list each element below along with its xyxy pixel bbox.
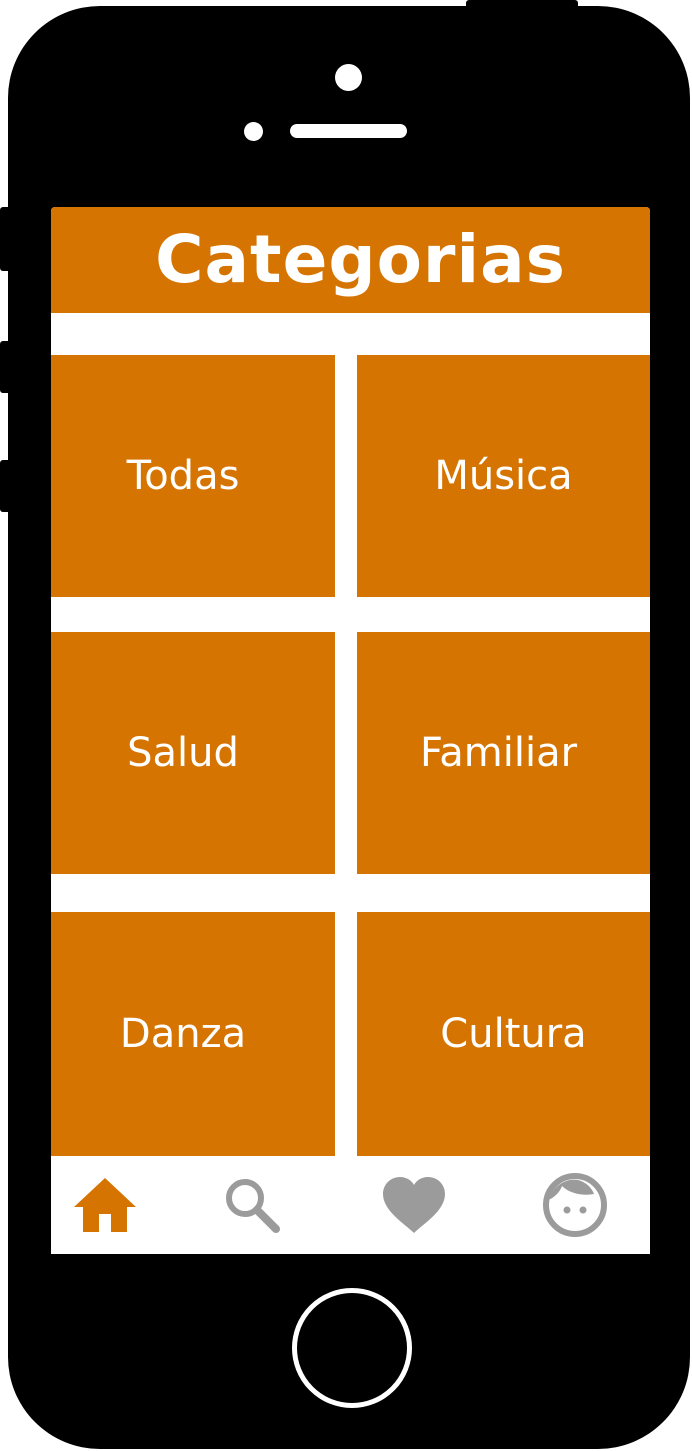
home-icon bbox=[74, 1178, 136, 1232]
tab-search[interactable] bbox=[217, 1170, 287, 1240]
mockup-stage: Categorias Todas Música Salud Familiar D… bbox=[0, 0, 692, 1451]
category-tile-musica[interactable]: Música bbox=[357, 355, 650, 597]
search-icon bbox=[226, 1179, 280, 1233]
category-tile-cultura[interactable]: Cultura bbox=[357, 912, 650, 1156]
category-label: Todas bbox=[126, 453, 240, 499]
bottom-tab-bar bbox=[51, 1156, 650, 1254]
category-label: Cultura bbox=[440, 1011, 587, 1057]
heart-icon bbox=[383, 1177, 445, 1233]
category-label: Salud bbox=[127, 730, 239, 776]
category-label: Familiar bbox=[419, 730, 578, 776]
front-camera bbox=[335, 64, 362, 91]
category-tile-familiar[interactable]: Familiar bbox=[357, 632, 650, 874]
header-bar: Categorias bbox=[51, 207, 650, 313]
earpiece-speaker bbox=[290, 124, 407, 138]
page-title: Categorias bbox=[155, 220, 566, 298]
app-screen: Categorias Todas Música Salud Familiar D… bbox=[51, 207, 650, 1254]
profile-icon bbox=[543, 1173, 607, 1237]
proximity-sensor bbox=[244, 122, 263, 141]
tab-favorites[interactable] bbox=[379, 1170, 449, 1240]
category-label: Danza bbox=[119, 1011, 247, 1057]
home-button[interactable] bbox=[292, 1288, 412, 1408]
category-tile-danza[interactable]: Danza bbox=[51, 912, 335, 1156]
tab-home[interactable] bbox=[70, 1170, 140, 1240]
category-tile-salud[interactable]: Salud bbox=[51, 632, 335, 874]
category-label: Música bbox=[434, 453, 573, 499]
category-tile-todas[interactable]: Todas bbox=[51, 355, 335, 597]
tab-profile[interactable] bbox=[540, 1170, 610, 1240]
